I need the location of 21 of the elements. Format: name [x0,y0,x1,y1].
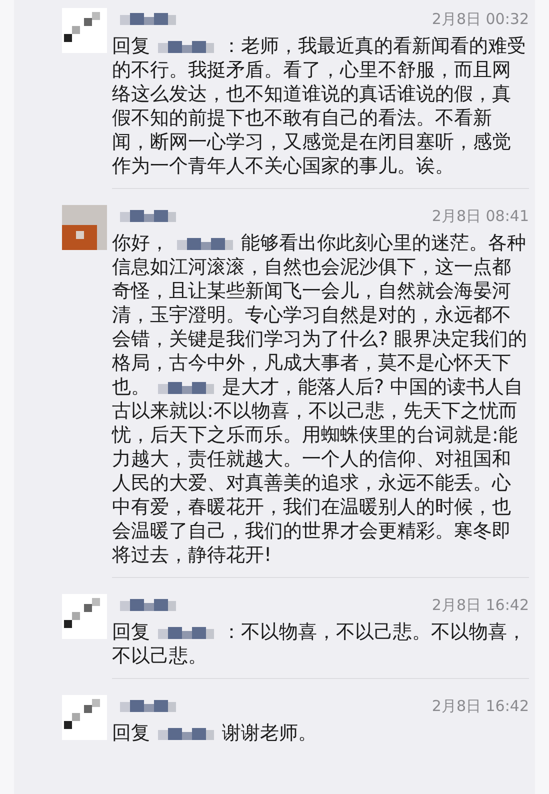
comment-time: 2月8日 08:41 [432,206,529,227]
pixelated-name [120,11,176,27]
pixelated-name [120,208,176,224]
comment-text: 回复 谢谢老师。 [112,721,318,745]
comment-time: 2月8日 16:42 [432,594,529,616]
pixelated-name [158,38,214,55]
pixelated-name [177,236,233,252]
avatar [62,8,107,53]
pixelated-name [158,726,214,742]
comment-time: 2月8日 00:32 [432,8,529,30]
pixelated-name [120,597,176,613]
pixelated-name [158,380,214,396]
pixelated-name [158,624,214,641]
avatar [62,695,107,740]
comment-text: 回复 ：老师，我最近真的看新闻看的难受的不行。我挺矛盾。看了，心里不舒服，而且网络这么发达，也不知道谁说的真话谁说的假，真假不知的前提下也不敢有自己的看法。不看新闻，断网一心学习，又感觉是在闭目塞听，感觉作为一个青年人不关心国家的事儿。诶。 [112,34,527,178]
avatar [62,205,107,250]
comment-text: 回复 ：不以物喜，不以己悲。不以物喜，不以己悲。 [112,620,527,668]
comment-text: 你好， 能够看出你此刻心里的迷茫。各种信息如江河滚滚，自然也会泥沙俱下，这一点都奇怪，且让某些新闻飞一会儿，自然就会海晏河清，玉宇澄明。专心学习自然是对的，永远都不会错，关键是我们学习为了什么? 眼界决定我们的格局，古今中外，凡成大事者，莫不是心怀天下也。 是大才，能落人后? 中国的读书人自古以来就以:不以物喜，不以己悲，先天下之忧而忧，后天下之乐而乐。用蜘蛛侠里的台词就是:能力越大，责任就越大。一个人的信仰、对祖国和人民的大爱、对真善美的追求，永远不能丢。心中有爱，春暖花开，我们在温暖别人的时候，也会温暖了自己，我们的世界才会更精彩。寒冬即将过去，静待花开! [112,231,528,567]
comment-time: 2月8日 16:42 [432,696,529,717]
avatar [62,594,107,639]
pixelated-name [120,698,176,714]
